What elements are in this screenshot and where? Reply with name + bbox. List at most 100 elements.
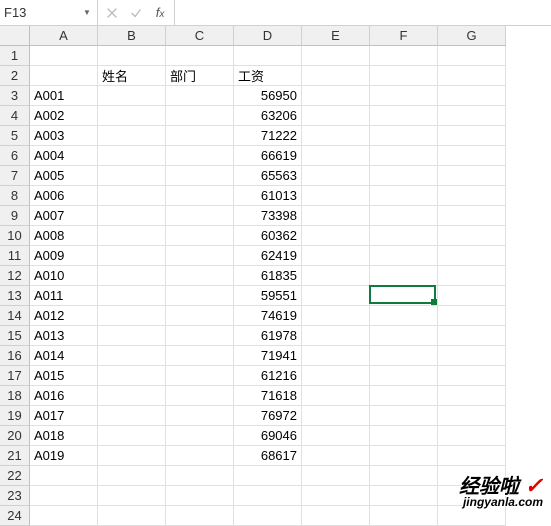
cell-D3[interactable]: 56950 — [234, 86, 302, 106]
cell-G1[interactable] — [438, 46, 506, 66]
cell-C5[interactable] — [166, 126, 234, 146]
cell-C6[interactable] — [166, 146, 234, 166]
cell-C12[interactable] — [166, 266, 234, 286]
cell-D1[interactable] — [234, 46, 302, 66]
cell-C10[interactable] — [166, 226, 234, 246]
cell-B3[interactable] — [98, 86, 166, 106]
select-all-corner[interactable] — [0, 26, 30, 46]
cell-C24[interactable] — [166, 506, 234, 526]
row-header-7[interactable]: 7 — [0, 166, 30, 186]
cell-E5[interactable] — [302, 126, 370, 146]
cell-B4[interactable] — [98, 106, 166, 126]
col-header-C[interactable]: C — [166, 26, 234, 46]
cell-D15[interactable]: 61978 — [234, 326, 302, 346]
cell-B6[interactable] — [98, 146, 166, 166]
cell-E17[interactable] — [302, 366, 370, 386]
cell-B17[interactable] — [98, 366, 166, 386]
cell-F8[interactable] — [370, 186, 438, 206]
cell-E9[interactable] — [302, 206, 370, 226]
cell-F4[interactable] — [370, 106, 438, 126]
row-header-1[interactable]: 1 — [0, 46, 30, 66]
cell-D6[interactable]: 66619 — [234, 146, 302, 166]
cell-D18[interactable]: 71618 — [234, 386, 302, 406]
col-header-G[interactable]: G — [438, 26, 506, 46]
cell-G7[interactable] — [438, 166, 506, 186]
cell-D12[interactable]: 61835 — [234, 266, 302, 286]
row-header-13[interactable]: 13 — [0, 286, 30, 306]
row-header-8[interactable]: 8 — [0, 186, 30, 206]
cell-C20[interactable] — [166, 426, 234, 446]
cell-F24[interactable] — [370, 506, 438, 526]
cell-C18[interactable] — [166, 386, 234, 406]
cell-B20[interactable] — [98, 426, 166, 446]
cell-G15[interactable] — [438, 326, 506, 346]
cell-D19[interactable]: 76972 — [234, 406, 302, 426]
cell-E15[interactable] — [302, 326, 370, 346]
cell-D2[interactable]: 工资 — [234, 66, 302, 86]
dropdown-arrow-icon[interactable]: ▼ — [81, 8, 93, 17]
cell-A5[interactable]: A003 — [30, 126, 98, 146]
cell-D11[interactable]: 62419 — [234, 246, 302, 266]
name-box[interactable]: F13 ▼ — [0, 0, 98, 25]
cell-A12[interactable]: A010 — [30, 266, 98, 286]
cell-C17[interactable] — [166, 366, 234, 386]
row-header-9[interactable]: 9 — [0, 206, 30, 226]
cell-C22[interactable] — [166, 466, 234, 486]
col-header-D[interactable]: D — [234, 26, 302, 46]
cell-A9[interactable]: A007 — [30, 206, 98, 226]
cell-E8[interactable] — [302, 186, 370, 206]
cell-F16[interactable] — [370, 346, 438, 366]
row-header-20[interactable]: 20 — [0, 426, 30, 446]
cell-B23[interactable] — [98, 486, 166, 506]
row-header-4[interactable]: 4 — [0, 106, 30, 126]
cell-A24[interactable] — [30, 506, 98, 526]
cell-C21[interactable] — [166, 446, 234, 466]
cell-C8[interactable] — [166, 186, 234, 206]
cell-G11[interactable] — [438, 246, 506, 266]
row-header-12[interactable]: 12 — [0, 266, 30, 286]
cell-G12[interactable] — [438, 266, 506, 286]
cell-B18[interactable] — [98, 386, 166, 406]
cell-A6[interactable]: A004 — [30, 146, 98, 166]
cell-C7[interactable] — [166, 166, 234, 186]
cell-G2[interactable] — [438, 66, 506, 86]
cell-F11[interactable] — [370, 246, 438, 266]
cell-B2[interactable]: 姓名 — [98, 66, 166, 86]
cell-E16[interactable] — [302, 346, 370, 366]
cell-E21[interactable] — [302, 446, 370, 466]
cell-E1[interactable] — [302, 46, 370, 66]
cell-C9[interactable] — [166, 206, 234, 226]
cell-C19[interactable] — [166, 406, 234, 426]
cell-A20[interactable]: A018 — [30, 426, 98, 446]
cell-G6[interactable] — [438, 146, 506, 166]
row-header-3[interactable]: 3 — [0, 86, 30, 106]
cell-F13[interactable] — [370, 286, 438, 306]
cell-C4[interactable] — [166, 106, 234, 126]
row-header-2[interactable]: 2 — [0, 66, 30, 86]
cell-G9[interactable] — [438, 206, 506, 226]
cell-C14[interactable] — [166, 306, 234, 326]
cell-F19[interactable] — [370, 406, 438, 426]
cell-F18[interactable] — [370, 386, 438, 406]
cell-F14[interactable] — [370, 306, 438, 326]
cell-G4[interactable] — [438, 106, 506, 126]
cell-G17[interactable] — [438, 366, 506, 386]
cell-F20[interactable] — [370, 426, 438, 446]
row-header-21[interactable]: 21 — [0, 446, 30, 466]
row-header-6[interactable]: 6 — [0, 146, 30, 166]
cell-E23[interactable] — [302, 486, 370, 506]
cancel-button[interactable] — [100, 0, 124, 25]
cell-C15[interactable] — [166, 326, 234, 346]
cell-A14[interactable]: A012 — [30, 306, 98, 326]
cell-E4[interactable] — [302, 106, 370, 126]
cell-F2[interactable] — [370, 66, 438, 86]
grid-body[interactable]: 姓名部门工资A00156950A00263206A00371222A004666… — [30, 46, 506, 526]
formula-input[interactable] — [175, 0, 551, 25]
cell-E20[interactable] — [302, 426, 370, 446]
cell-G20[interactable] — [438, 426, 506, 446]
cell-E7[interactable] — [302, 166, 370, 186]
row-header-17[interactable]: 17 — [0, 366, 30, 386]
cell-E24[interactable] — [302, 506, 370, 526]
cell-F22[interactable] — [370, 466, 438, 486]
cell-A15[interactable]: A013 — [30, 326, 98, 346]
